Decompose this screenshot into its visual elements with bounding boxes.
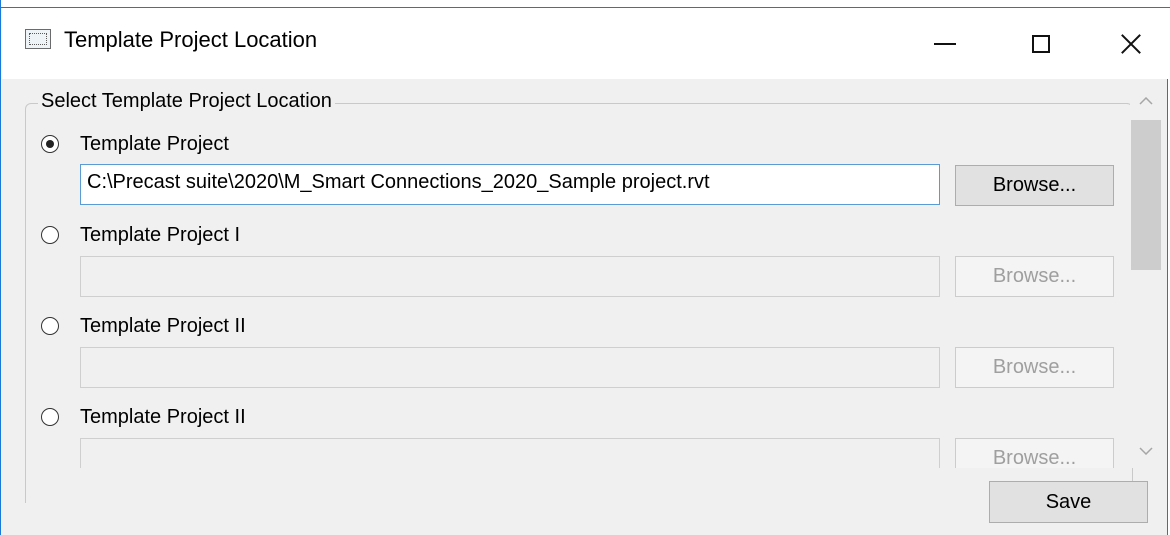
template-project-browse-button[interactable]: Browse...	[955, 165, 1114, 206]
chevron-up-icon	[1139, 97, 1153, 105]
window-top-edge	[1, 0, 1170, 8]
dialog-window: Template Project Location Select Templat…	[0, 0, 1170, 535]
maximize-icon	[1032, 34, 1050, 53]
template-project-path-input[interactable]: C:\Precast suite\2020\M_Smart Connection…	[80, 164, 940, 205]
scroll-viewport-clip: Browse...	[25, 430, 1130, 468]
template-project-i-browse-button[interactable]: Browse...	[955, 256, 1114, 297]
radio-label: Template Project I	[80, 223, 241, 246]
maximize-button[interactable]	[1001, 8, 1081, 79]
template-project-ii-browse-button[interactable]: Browse...	[955, 347, 1114, 388]
template-project-i-path-input[interactable]	[80, 256, 940, 297]
template-project-ii-second-browse-button[interactable]: Browse...	[955, 438, 1114, 468]
template-project-ii-second-radio-option[interactable]: Template Project II	[41, 404, 246, 430]
scroll-up-button[interactable]	[1130, 84, 1162, 118]
scrollbar-thumb[interactable]	[1131, 120, 1161, 270]
window-title: Template Project Location	[64, 27, 318, 52]
template-project-radio-option[interactable]: Template Project	[41, 131, 229, 157]
scroll-down-button[interactable]	[1130, 434, 1162, 468]
radio-label: Template Project II	[80, 405, 246, 428]
close-icon	[1120, 33, 1142, 55]
template-project-i-radio-option[interactable]: Template Project I	[41, 222, 240, 248]
radio-button[interactable]	[41, 226, 59, 244]
chevron-down-icon	[1139, 447, 1153, 455]
template-project-ii-path-input[interactable]	[80, 347, 940, 388]
radio-button-selected[interactable]	[41, 135, 59, 153]
radio-label: Template Project II	[80, 314, 246, 337]
radio-button[interactable]	[41, 408, 59, 426]
close-button[interactable]	[1091, 8, 1170, 79]
vertical-scrollbar[interactable]	[1130, 84, 1162, 468]
save-button[interactable]: Save	[989, 481, 1148, 523]
template-project-ii-second-path-input[interactable]	[80, 438, 940, 468]
radio-button[interactable]	[41, 317, 59, 335]
radio-label: Template Project	[80, 132, 229, 155]
minimize-button[interactable]	[905, 8, 985, 79]
groupbox-legend: Select Template Project Location	[38, 90, 335, 113]
minimize-icon	[934, 42, 956, 45]
window-form-icon	[25, 29, 51, 49]
template-project-ii-radio-option[interactable]: Template Project II	[41, 313, 246, 339]
